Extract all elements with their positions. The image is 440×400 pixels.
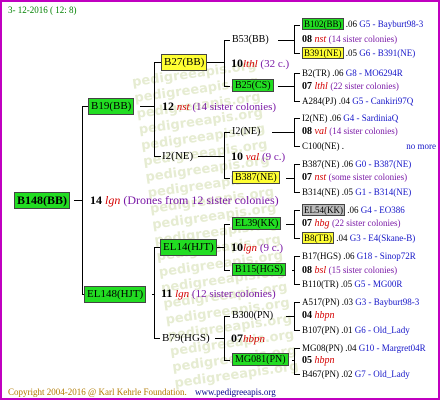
g3-queen-5[interactable]: B115(HGS)	[232, 263, 286, 276]
g4-queen-11[interactable]: B110(TR)	[302, 279, 339, 289]
g3-mating-0: 08 nst (14 sister colonies)	[302, 34, 398, 45]
g4-row-12: A517(PN) .03 G3 - Bayburt98-3	[302, 297, 420, 307]
g4-row-2: B2(TR) .06 G8 - MO6294R	[302, 68, 403, 78]
g1-mating-0: 12 nst (14 sister colonies)	[162, 99, 277, 114]
g4-row-15: B467(PN) .02 G7 - Old_Lady	[302, 369, 410, 379]
g4-queen-5[interactable]: C100(NE)	[302, 141, 340, 151]
g2-mating-1: 10 val (9 c.)	[231, 149, 286, 164]
root-mating: 14 lgn (Drones from 12 sister colonies)	[90, 193, 279, 207]
copyright: Copyright 2004-2016 @ Karl Kehrle Founda…	[8, 387, 187, 397]
g3-mating-6: 04 hbpn	[302, 310, 335, 321]
g4-queen-10[interactable]: B17(HGS)	[302, 251, 341, 261]
g2-mating-3: 07hbpn	[231, 331, 265, 346]
g2-queen-0[interactable]: B27(BB)	[161, 54, 208, 71]
g2-mating-2: 10lgn (9 c.)	[231, 240, 284, 255]
g3-mating-5: 08 bsl (15 sister colonies)	[302, 265, 398, 276]
g2-queen-2[interactable]: EL14(HJT)	[160, 239, 217, 256]
g3-queen-3-box[interactable]: B387(NE)	[232, 171, 280, 184]
g4-queen-7[interactable]: B314(NE)	[302, 187, 340, 197]
g4-row-14: MG08(PN) .04 G10 - Margret04R	[302, 343, 426, 353]
g4-queen-6[interactable]: B387(NE)	[302, 159, 340, 169]
date-stamp: 3- 12-2016 ( 12: 8)	[8, 5, 77, 15]
g4-queen-4[interactable]: I2(NE)	[302, 113, 328, 123]
g4-queen-0[interactable]: B102(BB)	[302, 18, 344, 30]
g4-row-5: C100(NE) . no more	[302, 141, 436, 151]
g3-queen-6[interactable]: B300(PN)	[232, 309, 273, 322]
g3-queen-5-box[interactable]: B115(HGS)	[232, 263, 286, 276]
g2-queen-3[interactable]: B79(HGS)	[162, 332, 210, 345]
g4-row-3: A284(PJ) .04 G5 - Cankiri97Q	[302, 96, 414, 106]
g4-queen-2[interactable]: B2(TR)	[302, 68, 330, 78]
g4-queen-12[interactable]: A517(PN)	[302, 297, 340, 307]
g4-row-1: B391(NE) .05 G6 - B391(NE)	[302, 47, 416, 59]
g3-queen-0[interactable]: B53(BB)	[232, 33, 269, 46]
g3-queen-2[interactable]: I2(NE)	[232, 125, 260, 138]
g4-row-7: B314(NE) .05 G1 - B314(NE)	[302, 187, 412, 197]
g1-mating-1: 11 lgn (12 sister colonies)	[161, 286, 276, 301]
g3-mating-4: 07 hbg (22 sister colonies)	[302, 218, 401, 229]
g3-mating-2: 08 val (14 sister colonies)	[302, 126, 398, 137]
g4-row-6: B387(NE) .06 G0 - B387(NE)	[302, 159, 412, 169]
g4-queen-1[interactable]: B391(NE)	[302, 47, 344, 59]
g4-row-9: B8(TB) .04 G3 - E4(Skane-B)	[302, 232, 416, 244]
g2-mating-0: 10lthl (32 c.)	[231, 56, 290, 71]
g4-row-10: B17(HGS) .06 G18 - Sinop72R	[302, 251, 416, 261]
g4-queen-14[interactable]: MG08(PN)	[302, 343, 343, 353]
g4-row-4: I2(NE) .06 G4 - SardiniaQ	[302, 113, 399, 123]
g4-row-13: B107(PN) .01 G6 - Old_Lady	[302, 325, 410, 335]
g1-queen-0[interactable]: B19(BB)	[88, 98, 135, 115]
g4-queen-3[interactable]: A284(PJ)	[302, 96, 337, 106]
g3-queen-1[interactable]: B25(CS)	[232, 79, 274, 92]
g4-queen-15[interactable]: B467(PN)	[302, 369, 339, 379]
g4-row-11: B110(TR) .05 G5 - MG00R	[302, 279, 403, 289]
g3-queen-3[interactable]: B387(NE)	[232, 171, 280, 184]
site-link[interactable]: www.pedigreeapis.org	[195, 386, 276, 398]
pedigree-frame: pedigreeapis.org pedigreeapis.org pedigr…	[0, 0, 440, 400]
g3-mating-1: 07 lthl (22 sister colonies)	[302, 81, 399, 92]
g2-queen-1[interactable]: I2(NE)	[162, 150, 193, 163]
g3-queen-4[interactable]: EL39(KK)	[232, 217, 282, 230]
g4-queen-8[interactable]: EL54(KK)	[302, 204, 345, 216]
g3-mating-3: 07 nst (some sister colonies)	[302, 172, 408, 183]
g3-mating-7: 05 hbpn	[302, 355, 335, 366]
g3-queen-4-box[interactable]: EL39(KK)	[232, 217, 282, 230]
g3-queen-7-box[interactable]: MG081(PN)	[232, 353, 289, 366]
g4-row-8: EL54(KK) .06 G4 - EO386	[302, 204, 405, 216]
root-queen[interactable]: B148(BB)	[14, 192, 71, 209]
g4-queen-9[interactable]: B8(TB)	[302, 232, 334, 244]
g3-queen-1-box[interactable]: B25(CS)	[232, 79, 274, 92]
g4-queen-13[interactable]: B107(PN)	[302, 325, 339, 335]
g3-queen-7[interactable]: MG081(PN)	[232, 353, 289, 366]
g1-queen-1[interactable]: EL148(HJT)	[84, 286, 147, 303]
g4-row-0: B102(BB) .06 G5 - Bayburt98-3	[302, 18, 424, 30]
